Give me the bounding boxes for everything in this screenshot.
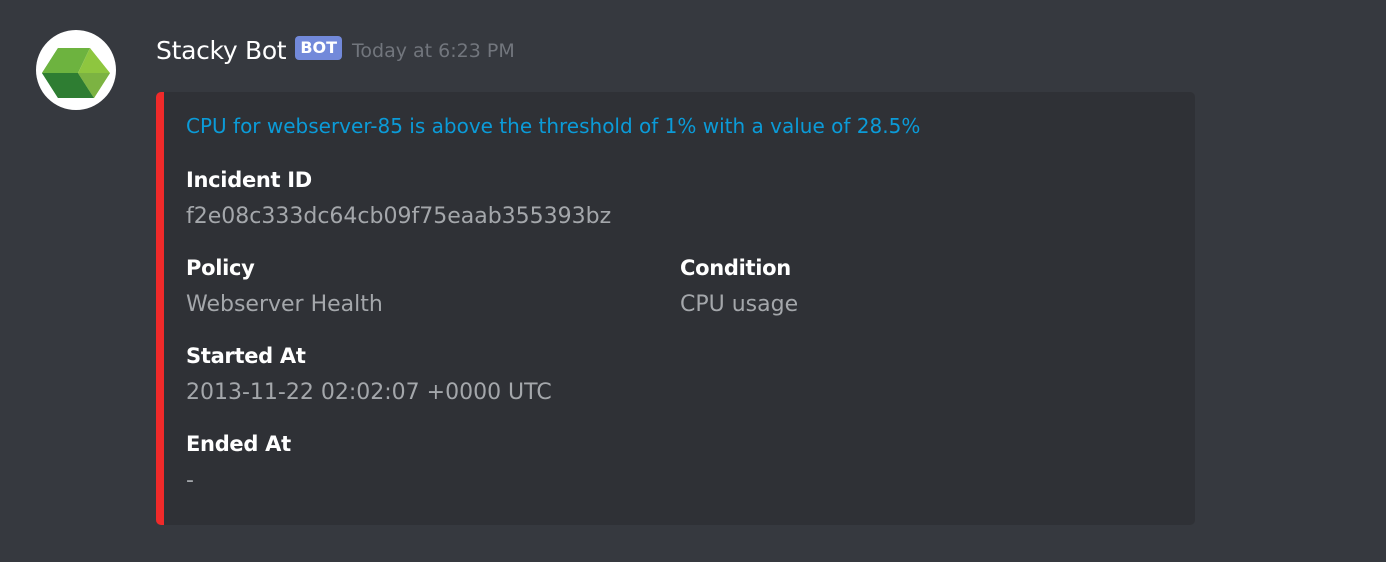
field-ended-at: Ended At - <box>186 432 291 493</box>
field-name: Policy <box>186 256 255 280</box>
avatar[interactable] <box>36 30 116 110</box>
field-name: Condition <box>680 256 791 280</box>
field-name: Ended At <box>186 432 291 456</box>
field-name: Incident ID <box>186 168 312 192</box>
field-value: CPU usage <box>680 292 799 317</box>
chat-message: Stacky Bot BOT Today at 6:23 PM CPU for … <box>0 0 1386 562</box>
bot-badge: BOT <box>295 36 343 60</box>
embed-title-link[interactable]: CPU for webserver-85 is above the thresh… <box>186 114 920 138</box>
username[interactable]: Stacky Bot <box>156 36 287 65</box>
field-value: - <box>186 468 194 493</box>
field-started-at: Started At 2013-11-22 02:02:07 +0000 UTC <box>186 344 552 405</box>
field-value: Webserver Health <box>186 292 383 317</box>
field-incident-id: Incident ID f2e08c333dc64cb09f75eaab3553… <box>186 168 611 229</box>
field-condition: Condition CPU usage <box>680 256 798 317</box>
field-policy: Policy Webserver Health <box>186 256 383 317</box>
field-value: 2013-11-22 02:02:07 +0000 UTC <box>186 380 552 405</box>
field-name: Started At <box>186 344 306 368</box>
message-timestamp: Today at 6:23 PM <box>352 40 515 62</box>
alert-embed: CPU for webserver-85 is above the thresh… <box>156 92 1195 525</box>
green-cube-icon <box>42 48 110 98</box>
message-header: Stacky Bot BOT Today at 6:23 PM <box>156 32 515 68</box>
field-value: f2e08c333dc64cb09f75eaab355393bz <box>186 204 612 229</box>
